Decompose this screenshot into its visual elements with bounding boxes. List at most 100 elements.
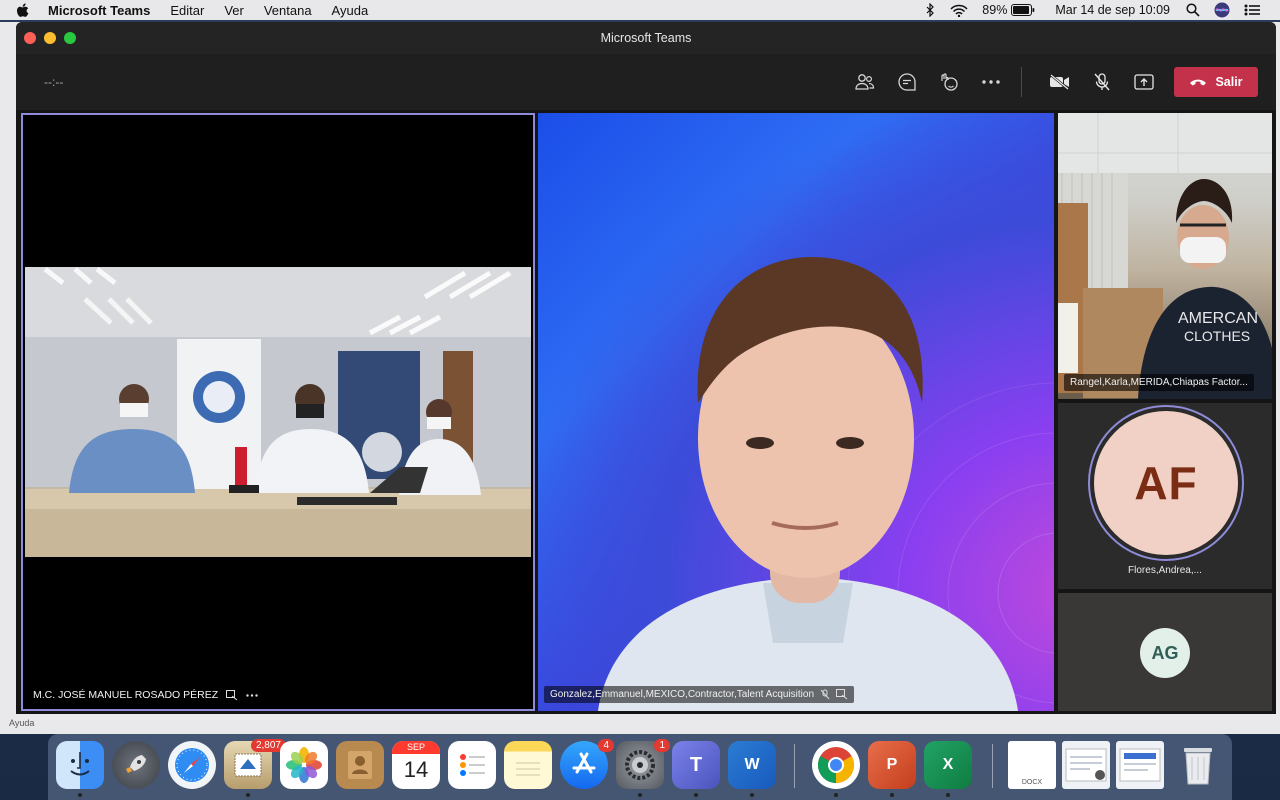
- mail-stamp-icon: [234, 753, 262, 777]
- dock-chrome[interactable]: [812, 741, 860, 789]
- more-actions-button[interactable]: [975, 66, 1007, 98]
- minimize-window-button[interactable]: [44, 32, 56, 44]
- wifi-icon[interactable]: [950, 4, 968, 17]
- video-tile-room[interactable]: M.C. JOSÉ MANUEL ROSADO PÉREZ: [21, 113, 535, 711]
- rocket-icon: [126, 755, 146, 773]
- room-video-frame: [25, 267, 531, 557]
- dock-trash[interactable]: [1174, 741, 1222, 789]
- dock-contacts[interactable]: [336, 741, 384, 789]
- camera-off-icon: [1050, 74, 1069, 90]
- video-tile-ag[interactable]: AG: [1058, 593, 1272, 711]
- dock-separator: [992, 744, 993, 788]
- chat-button[interactable]: [891, 66, 923, 98]
- speaker-video-frame: [598, 257, 1054, 711]
- system-preferences-badge: 1: [654, 739, 670, 752]
- dock-teams[interactable]: T: [672, 741, 720, 789]
- dock-mail[interactable]: 2,807: [224, 739, 286, 789]
- menu-ventana[interactable]: Ventana: [264, 3, 312, 18]
- tile-rangel-label: Rangel,Karla,MERIDA,Chiapas Factor...: [1064, 374, 1254, 391]
- tile-room-label: M.C. JOSÉ MANUEL ROSADO PÉREZ: [33, 689, 258, 701]
- document-type-label: DOCX: [1021, 779, 1043, 786]
- screenshot-thumbnail-icon: [1065, 748, 1107, 782]
- toolbar-divider: [1021, 67, 1022, 97]
- dock-running-indicator: [890, 793, 894, 797]
- apple-menu-icon[interactable]: [16, 2, 34, 18]
- tile-speaker-label: Gonzalez,Emmanuel,MEXICO,Contractor,Tale…: [544, 686, 855, 703]
- gear-icon: [625, 750, 655, 780]
- window-titlebar: Microsoft Teams: [16, 22, 1276, 54]
- dock-recent-screenshot-2[interactable]: [1116, 741, 1164, 789]
- compass-icon: [175, 748, 209, 782]
- menu-editar[interactable]: Editar: [170, 3, 204, 18]
- menu-bar: Microsoft Teams Editar Ver Ventana Ayuda…: [0, 0, 1280, 20]
- menu-ayuda[interactable]: Ayuda: [332, 3, 369, 18]
- menu-app-name[interactable]: Microsoft Teams: [48, 3, 150, 18]
- dock-running-indicator: [834, 793, 838, 797]
- calendar-day: 14: [403, 757, 429, 782]
- dock-word[interactable]: W: [728, 741, 776, 789]
- spotlight-search-icon[interactable]: [1186, 3, 1200, 17]
- pin-participant-icon: [226, 689, 238, 700]
- close-window-button[interactable]: [24, 32, 36, 44]
- hang-up-icon: [1190, 79, 1207, 85]
- ag-avatar: AG: [1140, 628, 1190, 678]
- menu-clock[interactable]: Mar 14 de sep 10:09: [1055, 3, 1170, 17]
- af-avatar: AF: [1094, 411, 1238, 555]
- dock-reminders[interactable]: [448, 741, 496, 789]
- dock-separator: [794, 744, 795, 788]
- dock-recent-document[interactable]: DOCX: [1008, 741, 1056, 789]
- dock-recent-screenshot-1[interactable]: [1062, 741, 1110, 789]
- dock-safari[interactable]: [168, 741, 216, 789]
- pin-participant-icon: [836, 689, 848, 700]
- mic-toggle-button[interactable]: [1086, 66, 1118, 98]
- raise-hand-icon: [941, 73, 958, 91]
- video-tile-speaker[interactable]: Gonzalez,Emmanuel,MEXICO,Contractor,Tale…: [538, 113, 1054, 711]
- background-help-label: Ayuda: [9, 718, 35, 728]
- dock-running-indicator: [78, 793, 82, 797]
- app-store-icon: [572, 752, 596, 774]
- tile-af-name: Flores,Andrea,...: [1128, 565, 1202, 576]
- teams-window: Microsoft Teams --:-- Salir M.C. JOSÉ MA…: [16, 22, 1276, 714]
- participants-icon: [855, 74, 875, 90]
- dock-powerpoint[interactable]: P: [868, 741, 916, 789]
- video-tile-af[interactable]: AF Flores,Andrea,...: [1058, 403, 1272, 589]
- screenshot-thumbnail-icon: [1119, 748, 1161, 782]
- dock-excel[interactable]: X: [924, 741, 972, 789]
- dock-app-store[interactable]: 4: [560, 739, 614, 789]
- chrome-icon: [817, 747, 855, 783]
- control-center-icon[interactable]: [1244, 4, 1260, 16]
- video-tile-rangel[interactable]: AMERCAN CLOTHES Rangel,Karla,MERIDA,Chia…: [1058, 113, 1272, 399]
- meeting-controls: Salir: [839, 66, 1258, 98]
- dock-photos[interactable]: [280, 741, 328, 789]
- battery-icon[interactable]: [1011, 4, 1035, 16]
- notes-icon: [516, 762, 540, 776]
- bluetooth-icon[interactable]: [924, 3, 936, 17]
- more-icon: [982, 80, 1000, 84]
- siri-icon[interactable]: [1214, 2, 1230, 18]
- dock-launchpad[interactable]: [112, 741, 160, 789]
- reactions-button[interactable]: [933, 66, 965, 98]
- share-tray-icon: [1134, 74, 1154, 90]
- dock-system-preferences[interactable]: 1: [616, 739, 670, 789]
- share-screen-button[interactable]: [1128, 66, 1160, 98]
- dock: 2,807 SEP 14 4 1 T W P X DOCX: [48, 734, 1232, 800]
- dock-notes[interactable]: [504, 741, 552, 789]
- menu-bar-status: 89% Mar 14 de sep 10:09: [924, 0, 1280, 20]
- dock-calendar[interactable]: SEP 14: [392, 741, 440, 789]
- zoom-window-button[interactable]: [64, 32, 76, 44]
- meeting-timer: --:--: [44, 75, 64, 89]
- excel-icon: X: [942, 756, 954, 773]
- dock-finder[interactable]: [56, 741, 104, 789]
- camera-toggle-button[interactable]: [1044, 66, 1076, 98]
- leave-button[interactable]: Salir: [1174, 67, 1258, 97]
- teams-icon: T: [689, 753, 703, 776]
- participants-button[interactable]: [849, 66, 881, 98]
- svg-text:AMERCAN: AMERCAN: [1178, 310, 1258, 327]
- leave-label: Salir: [1215, 75, 1243, 89]
- menu-ver[interactable]: Ver: [224, 3, 244, 18]
- window-controls: [24, 32, 76, 44]
- dock-running-indicator: [638, 793, 642, 797]
- powerpoint-icon: P: [886, 756, 898, 773]
- photos-flower-icon: [286, 747, 322, 783]
- dock-running-indicator: [750, 793, 754, 797]
